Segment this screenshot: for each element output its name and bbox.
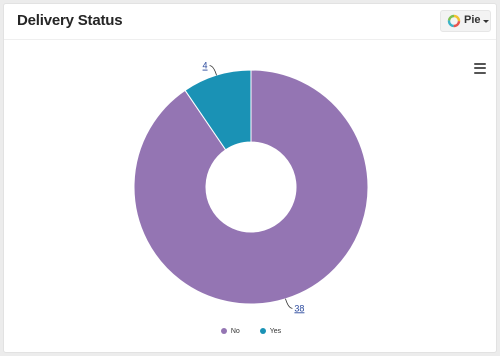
donut-chart: 38 4	[133, 61, 369, 313]
data-label-connector	[285, 298, 293, 309]
data-label-no[interactable]: 38	[294, 303, 304, 313]
legend-marker-no	[220, 328, 227, 334]
chart-legend: No Yes	[4, 328, 498, 335]
data-label-connector	[209, 65, 217, 76]
legend-label-no: No	[230, 328, 240, 335]
chart-card: Delivery Status Pie 38 4 No Yes	[3, 3, 497, 353]
legend-item-no[interactable]: No	[220, 328, 240, 335]
legend-item-yes[interactable]: Yes	[259, 328, 282, 335]
data-label-yes[interactable]: 4	[203, 61, 208, 71]
legend-marker-yes	[259, 328, 266, 334]
legend-label-yes: Yes	[269, 328, 282, 335]
